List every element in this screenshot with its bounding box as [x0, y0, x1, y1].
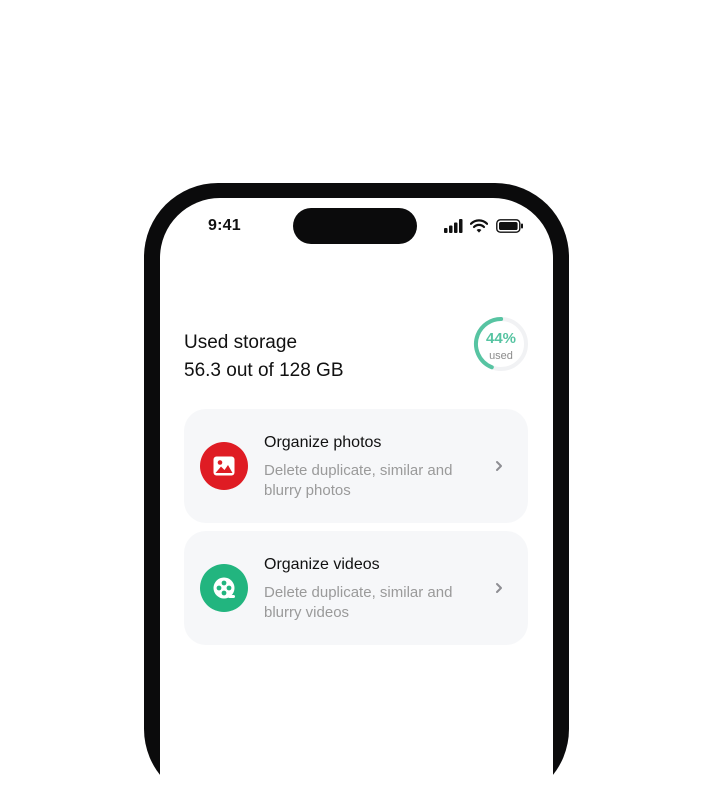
card-title: Organize videos [264, 556, 380, 573]
organize-videos-card[interactable]: Organize videos Delete duplicate, simila… [184, 531, 528, 645]
card-title: Organize photos [264, 434, 382, 451]
storage-ring: 44% used [472, 315, 530, 373]
wifi-icon [469, 219, 489, 233]
battery-icon [496, 219, 524, 233]
storage-value: 56.3 out of 128 GB [184, 360, 344, 381]
chevron-right-icon [494, 459, 504, 473]
phone-screen: 9:41 Used storage 56.3 out of 128 GB 44%… [160, 198, 553, 803]
dynamic-island [293, 208, 417, 244]
card-description: Delete duplicate, similar and blurry pho… [264, 462, 453, 499]
status-time: 9:41 [208, 217, 241, 234]
photo-icon [200, 442, 248, 490]
signal-icon [444, 219, 464, 233]
phone-frame: 9:41 Used storage 56.3 out of 128 GB 44%… [144, 183, 569, 803]
chevron-right-icon [494, 581, 504, 595]
organize-photos-card[interactable]: Organize photos Delete duplicate, simila… [184, 409, 528, 523]
card-description: Delete duplicate, similar and blurry vid… [264, 584, 453, 621]
storage-title: Used storage [184, 332, 298, 353]
storage-used-label: used [489, 350, 513, 362]
film-reel-icon [200, 564, 248, 612]
storage-percent: 44% [485, 330, 517, 347]
